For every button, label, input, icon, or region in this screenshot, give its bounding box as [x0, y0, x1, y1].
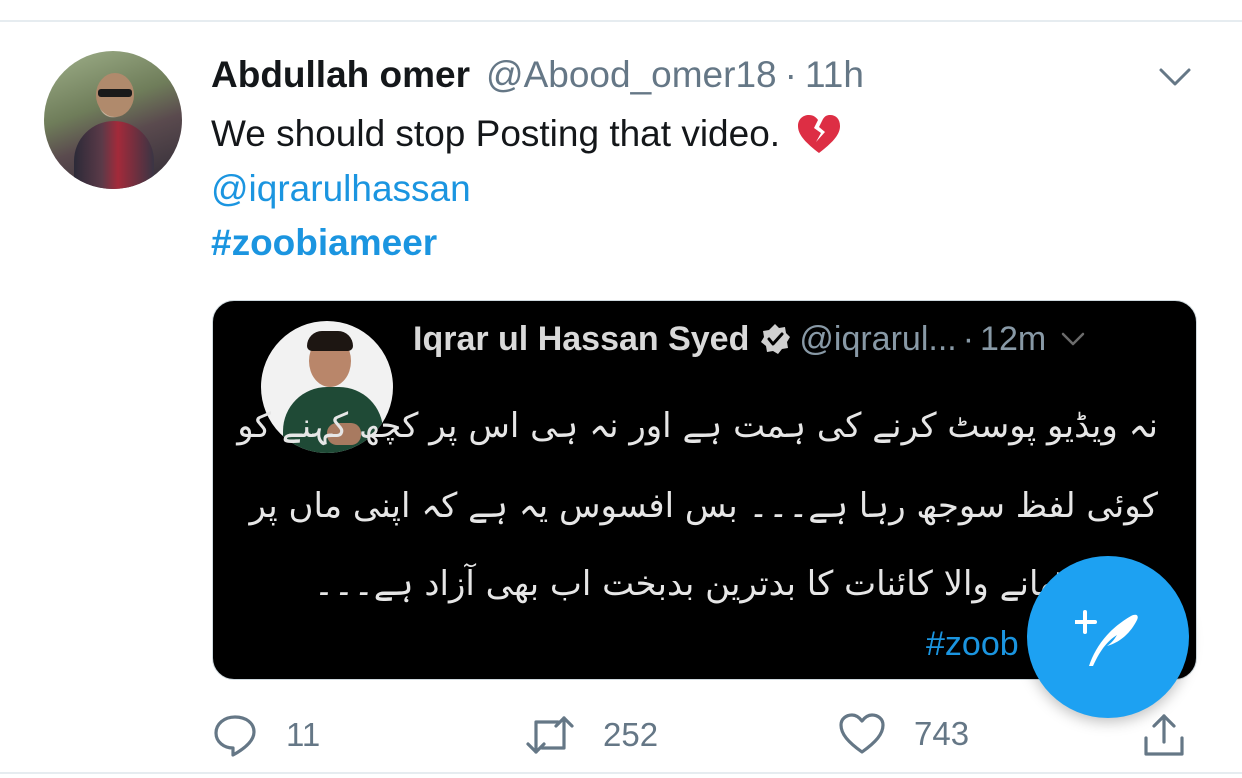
embedded-text-line-2: کوئی لفظ سوجھ رہا ہے۔۔۔ بس افسوس یہ ہے ک… — [249, 486, 1158, 526]
verified-badge-icon — [761, 324, 791, 354]
author-avatar[interactable] — [44, 51, 182, 189]
retweet-icon — [526, 716, 574, 754]
embedded-author-handle: @iqrarul... — [799, 319, 957, 358]
tweet-actions-bar: 11 252 743 — [0, 706, 1242, 766]
reply-count: 11 — [286, 716, 321, 753]
like-count: 743 — [914, 715, 970, 752]
author-handle[interactable]: @Abood_omer18 — [486, 54, 777, 96]
retweet-button[interactable]: 252 — [525, 712, 658, 758]
embedded-text-line-3: ہاتھ اٹھانے والا کائنات کا بدترین بدبخت … — [313, 564, 1146, 604]
compose-tweet-button[interactable] — [1027, 556, 1189, 718]
share-button[interactable] — [1142, 712, 1186, 758]
embedded-author-name: Iqrar ul Hassan Syed — [413, 319, 750, 358]
author-name[interactable]: Abdullah omer — [211, 54, 470, 96]
mention-link[interactable]: @iqrarulhassan — [211, 168, 471, 210]
embedded-avatar-hair — [307, 331, 353, 351]
embedded-timestamp: 12m — [980, 319, 1047, 358]
tweet-header: Abdullah omer @Abood_omer18 · 11h — [211, 54, 864, 104]
like-button[interactable]: 743 — [838, 712, 969, 756]
avatar-body — [74, 121, 154, 189]
time-separator: · — [784, 54, 797, 95]
hashtag-link[interactable]: #zoobiameer — [211, 222, 437, 264]
reply-icon — [214, 715, 256, 757]
embedded-text-line-1: نہ ویڈیو پوسٹ کرنے کی ہمت ہے اور نہ ہی ا… — [237, 406, 1158, 446]
tweet-text-line: We should stop Posting that video. — [211, 113, 842, 155]
tweet-timestamp[interactable]: 11h — [805, 54, 864, 96]
embedded-tweet-header: Iqrar ul Hassan Syed @iqrarul... · 12m — [413, 317, 1086, 361]
broken-heart-icon — [798, 115, 841, 153]
share-icon — [1144, 714, 1184, 756]
chevron-down-icon[interactable] — [1157, 62, 1193, 92]
retweet-count: 252 — [603, 716, 659, 753]
tweet-page: Abdullah omer @Abood_omer18 · 11h We sho… — [0, 0, 1242, 778]
bottom-divider — [0, 772, 1242, 774]
compose-tweet-icon — [1075, 610, 1138, 666]
embedded-time-separator: · — [962, 319, 975, 358]
heart-icon — [839, 713, 885, 754]
avatar-glasses — [98, 89, 132, 97]
embedded-hashtag: #zoob — [926, 625, 1019, 663]
embedded-chevron-down-icon — [1061, 332, 1085, 346]
tweet-text: We should stop Posting that video. — [211, 113, 781, 154]
top-divider — [0, 20, 1242, 22]
reply-button[interactable]: 11 — [212, 712, 320, 758]
